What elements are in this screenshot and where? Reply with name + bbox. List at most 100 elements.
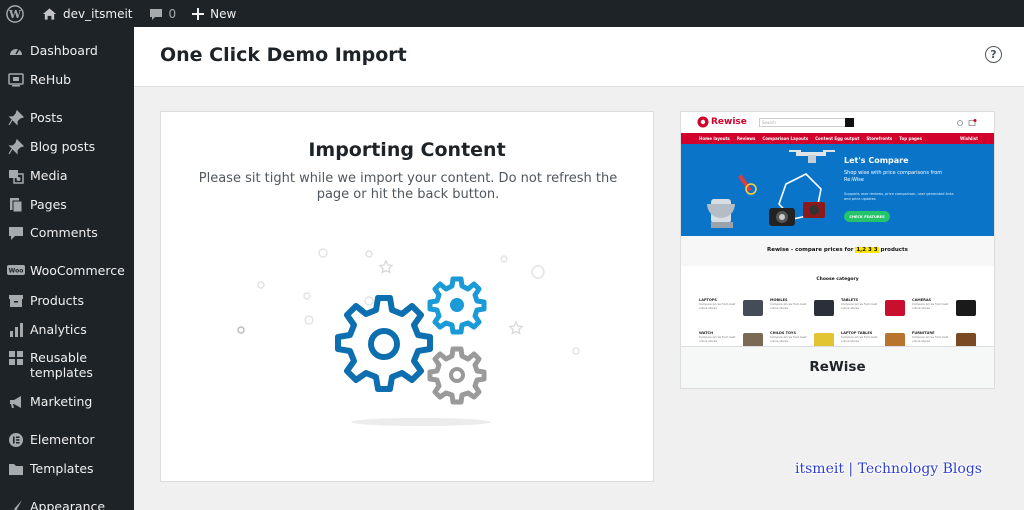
preview-nav-item: Reviews xyxy=(736,136,756,141)
sidebar-item-comments[interactable]: Comments xyxy=(0,225,134,241)
preview-nav: Home layouts Reviews Comparison Layouts … xyxy=(681,133,994,144)
preview-category-desc: Compare prices from best online stores xyxy=(912,302,949,310)
sidebar-item-analytics[interactable]: Analytics xyxy=(0,322,134,338)
help-button[interactable]: ? xyxy=(985,46,1002,63)
watermark: itsmeit | Technology Blogs xyxy=(795,461,982,477)
sidebar-item-products[interactable]: Products xyxy=(0,293,134,309)
preview-strip-highlight: 1,2 3 3 xyxy=(855,247,879,253)
preview-wishlist: Wishlist xyxy=(959,136,978,141)
demo-card[interactable]: Rewise Search Home layouts Reviews Compa… xyxy=(680,111,995,389)
preview-category-tile: TABLETS Compare prices from best online s… xyxy=(841,298,911,324)
comments-link[interactable]: 0 xyxy=(141,0,185,27)
preview-category-desc: Compare prices from best online stores xyxy=(770,335,807,343)
sidebar-item-posts[interactable]: Posts xyxy=(0,110,134,126)
preview-strip: Rewise - compare prices for 1,2 3 3 prod… xyxy=(681,236,994,266)
preview-nav-item: Comparison Layouts xyxy=(762,136,809,141)
sidebar-item-woocommerce[interactable]: Woo WooCommerce xyxy=(0,263,134,279)
sidebar-item-dashboard[interactable]: Dashboard xyxy=(0,43,134,59)
sidebar-item-elementor[interactable]: Elementor xyxy=(0,432,134,448)
preview-category-desc: Compare prices from best online stores xyxy=(841,302,878,310)
preview-search-icon xyxy=(845,118,854,127)
import-panel: Importing Content Please sit tight while… xyxy=(160,111,654,482)
preview-category-image xyxy=(956,300,976,316)
new-content-link[interactable]: New xyxy=(184,0,244,27)
preview-category-tile: WATCH Compare prices from best online sto… xyxy=(699,331,769,346)
preview-hero-button: CHECK FEATURES xyxy=(844,211,890,222)
preview-category-tile: CAMERAS Compare prices from best online s… xyxy=(912,298,982,324)
preview-search: Search xyxy=(759,118,849,127)
preview-category-image xyxy=(814,333,834,346)
sidebar-item-media[interactable]: Media xyxy=(0,168,134,184)
sidebar-item-pages[interactable]: Pages xyxy=(0,197,134,213)
preview-category-image xyxy=(743,333,763,346)
comments-count: 0 xyxy=(168,6,177,21)
preview-category-image xyxy=(743,300,763,316)
preview-logo: Rewise xyxy=(711,117,747,127)
archive-icon xyxy=(6,293,26,309)
sidebar-item-marketing[interactable]: Marketing xyxy=(0,394,134,410)
preview-nav-item: Home layouts xyxy=(699,136,730,141)
sidebar-item-reusable-templates[interactable]: Reusable templates xyxy=(0,350,134,380)
comment-icon xyxy=(6,225,26,241)
new-label: New xyxy=(210,6,237,21)
home-icon xyxy=(42,7,57,21)
preview-category-image xyxy=(814,300,834,316)
demo-preview-image: Rewise Search Home layouts Reviews Compa… xyxy=(681,112,994,346)
preview-category-tile: LAPTOPS Compare prices from best online s… xyxy=(699,298,769,324)
bar-chart-icon xyxy=(6,322,26,338)
demo-footer: ReWise xyxy=(681,346,994,388)
sidebar-item-blog-posts[interactable]: Blog posts xyxy=(0,139,134,155)
preview-nav-item: Storefronts xyxy=(866,136,893,141)
woocommerce-icon: Woo xyxy=(6,263,26,279)
preview-category-tile: CHILDS TOYS Compare prices from best onli… xyxy=(770,331,840,346)
preview-header: Rewise Search xyxy=(681,112,994,133)
folder-icon xyxy=(6,461,26,477)
media-icon xyxy=(6,168,26,184)
sidebar-item-rehub[interactable]: ReHub xyxy=(0,72,134,88)
brush-icon xyxy=(6,499,26,510)
preview-hero: Let's Compare Shop wise with price compa… xyxy=(681,144,994,236)
wordpress-logo-icon[interactable]: W xyxy=(0,0,34,27)
site-name-link[interactable]: dev_itsmeit xyxy=(34,0,141,27)
pin-icon xyxy=(6,110,26,126)
admin-sidebar: Dashboard ReHub Posts Blog posts Media P… xyxy=(0,27,134,510)
preview-hero-products-image xyxy=(707,150,835,228)
preview-category-desc: Compare prices from best online stores xyxy=(841,335,878,343)
preview-category-image xyxy=(956,333,976,346)
pin-icon xyxy=(6,139,26,155)
preview-category-title: Choose category xyxy=(816,277,859,282)
megaphone-icon xyxy=(6,394,26,410)
preview-category-tile: FURNITURE Compare prices from best online… xyxy=(912,331,982,346)
demo-name: ReWise xyxy=(809,359,866,375)
preview-category-tile: LAPTOP TABLES Compare prices from best on… xyxy=(841,331,911,346)
plus-icon xyxy=(192,7,205,20)
site-name: dev_itsmeit xyxy=(63,6,133,21)
preview-category-desc: Compare prices from best online stores xyxy=(912,335,949,343)
preview-strip-suffix: products xyxy=(880,247,908,253)
preview-nav-item: Top pages xyxy=(899,136,922,141)
grid-icon xyxy=(6,350,26,366)
preview-category-desc: Compare prices from best online stores xyxy=(699,335,736,343)
svg-text:Woo: Woo xyxy=(9,268,24,275)
preview-category-image xyxy=(885,333,905,346)
elementor-icon xyxy=(6,432,26,448)
preview-strip-prefix: Rewise - compare prices for xyxy=(767,247,854,253)
sidebar-item-templates[interactable]: Templates xyxy=(0,461,134,477)
preview-category-desc: Compare prices from best online stores xyxy=(770,302,807,310)
sidebar-item-appearance[interactable]: Appearance xyxy=(0,499,134,510)
preview-category-tile: MOBILES Compare prices from best online s… xyxy=(770,298,840,324)
page-header: One Click Demo Import ? xyxy=(134,27,1024,87)
preview-hero-title: Let's Compare xyxy=(844,156,909,165)
admin-bar: W dev_itsmeit 0 New xyxy=(0,0,1024,27)
preview-hero-subtitle: Shop wise with price comparisons from Re… xyxy=(844,170,943,183)
preview-category-desc: Compare prices from best online stores xyxy=(699,302,736,310)
pages-icon xyxy=(6,197,26,213)
import-description: Please sit tight while we import your co… xyxy=(198,171,618,202)
import-title: Importing Content xyxy=(308,139,506,161)
importing-gears-illustration xyxy=(221,232,601,446)
preview-nav-item: Content Egg output xyxy=(815,136,860,141)
preview-user-cart-icon xyxy=(957,119,977,126)
svg-text:W: W xyxy=(8,8,22,21)
preview-hero-text: Supports user reviews, price comparison,… xyxy=(844,192,954,201)
preview-logo-icon xyxy=(697,116,709,128)
